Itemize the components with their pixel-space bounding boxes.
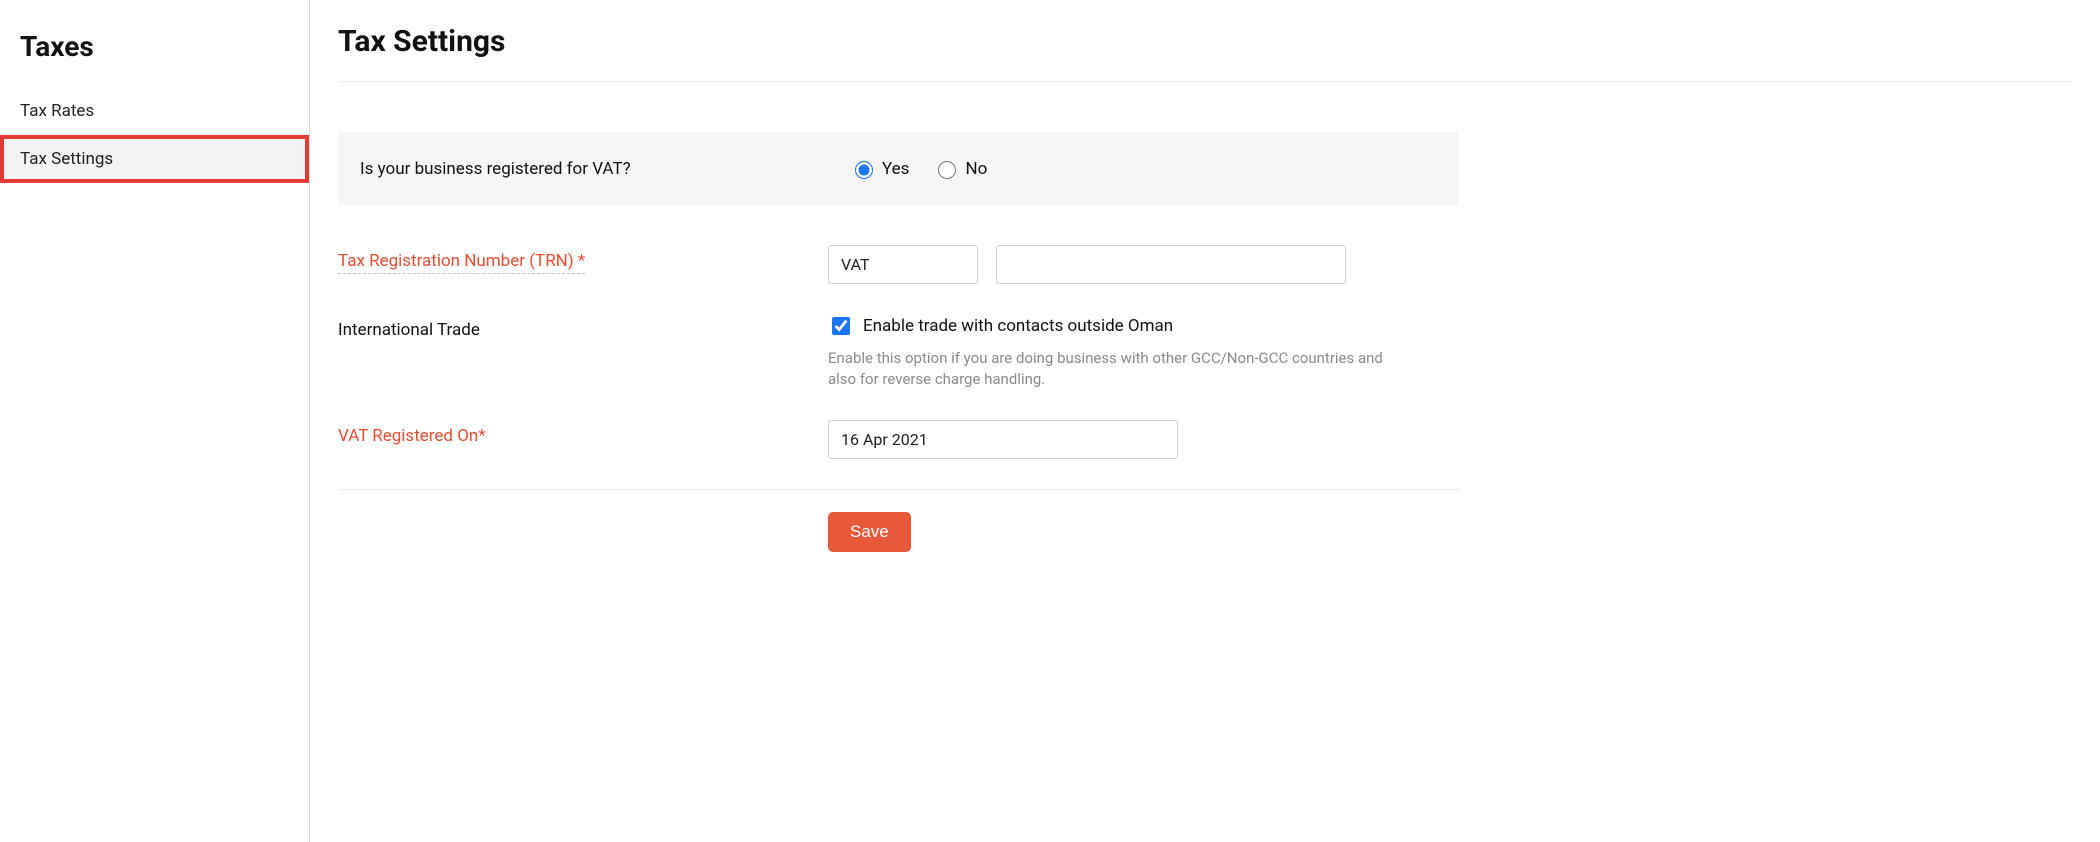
section-divider: [338, 489, 1458, 490]
trn-prefix-input[interactable]: [828, 245, 978, 284]
sidebar-list: Tax Rates Tax Settings: [0, 87, 309, 183]
vat-date-input[interactable]: [828, 420, 1178, 459]
trn-label: Tax Registration Number (TRN) *: [338, 251, 585, 274]
intl-field-col: Enable trade with contacts outside Oman …: [828, 314, 1458, 390]
vat-question-label: Is your business registered for VAT?: [360, 159, 810, 179]
vat-question-row: Is your business registered for VAT? Yes…: [338, 132, 1458, 205]
save-button[interactable]: Save: [828, 512, 911, 552]
intl-checkbox-line[interactable]: Enable trade with contacts outside Oman: [828, 314, 1458, 338]
vat-radio-no[interactable]: No: [933, 158, 987, 179]
intl-help-text: Enable this option if you are doing busi…: [828, 348, 1388, 390]
page-title: Tax Settings: [338, 24, 2072, 59]
trn-row: Tax Registration Number (TRN) *: [338, 245, 1458, 284]
form-area: Is your business registered for VAT? Yes…: [338, 132, 1458, 552]
button-row: Save: [338, 512, 1458, 552]
trn-inline-inputs: [828, 245, 1458, 284]
intl-row: International Trade Enable trade with co…: [338, 314, 1458, 390]
vat-date-row: VAT Registered On*: [338, 420, 1458, 459]
vat-radio-no-input[interactable]: [938, 161, 956, 179]
intl-label-col: International Trade: [338, 314, 808, 340]
vat-date-label: VAT Registered On*: [338, 426, 486, 446]
vat-date-label-col: VAT Registered On*: [338, 420, 808, 446]
vat-radio-yes[interactable]: Yes: [850, 158, 909, 179]
vat-date-field-col: [828, 420, 1458, 459]
vat-radio-yes-input[interactable]: [855, 161, 873, 179]
sidebar-item-tax-rates[interactable]: Tax Rates: [0, 87, 309, 135]
title-divider: [338, 81, 2072, 82]
vat-radio-yes-label: Yes: [882, 159, 909, 179]
intl-checkbox-label: Enable trade with contacts outside Oman: [863, 316, 1173, 336]
trn-label-col: Tax Registration Number (TRN) *: [338, 245, 808, 271]
vat-radio-group: Yes No: [850, 158, 987, 179]
main-content: Tax Settings Is your business registered…: [310, 0, 2100, 842]
intl-checkbox[interactable]: [832, 317, 850, 335]
sidebar-title: Taxes: [0, 20, 309, 87]
trn-number-input[interactable]: [996, 245, 1346, 284]
intl-label: International Trade: [338, 320, 480, 340]
sidebar-item-tax-settings[interactable]: Tax Settings: [0, 135, 309, 183]
sidebar: Taxes Tax Rates Tax Settings: [0, 0, 310, 842]
vat-radio-no-label: No: [965, 159, 987, 179]
app-root: Taxes Tax Rates Tax Settings Tax Setting…: [0, 0, 2100, 842]
trn-field-col: [828, 245, 1458, 284]
